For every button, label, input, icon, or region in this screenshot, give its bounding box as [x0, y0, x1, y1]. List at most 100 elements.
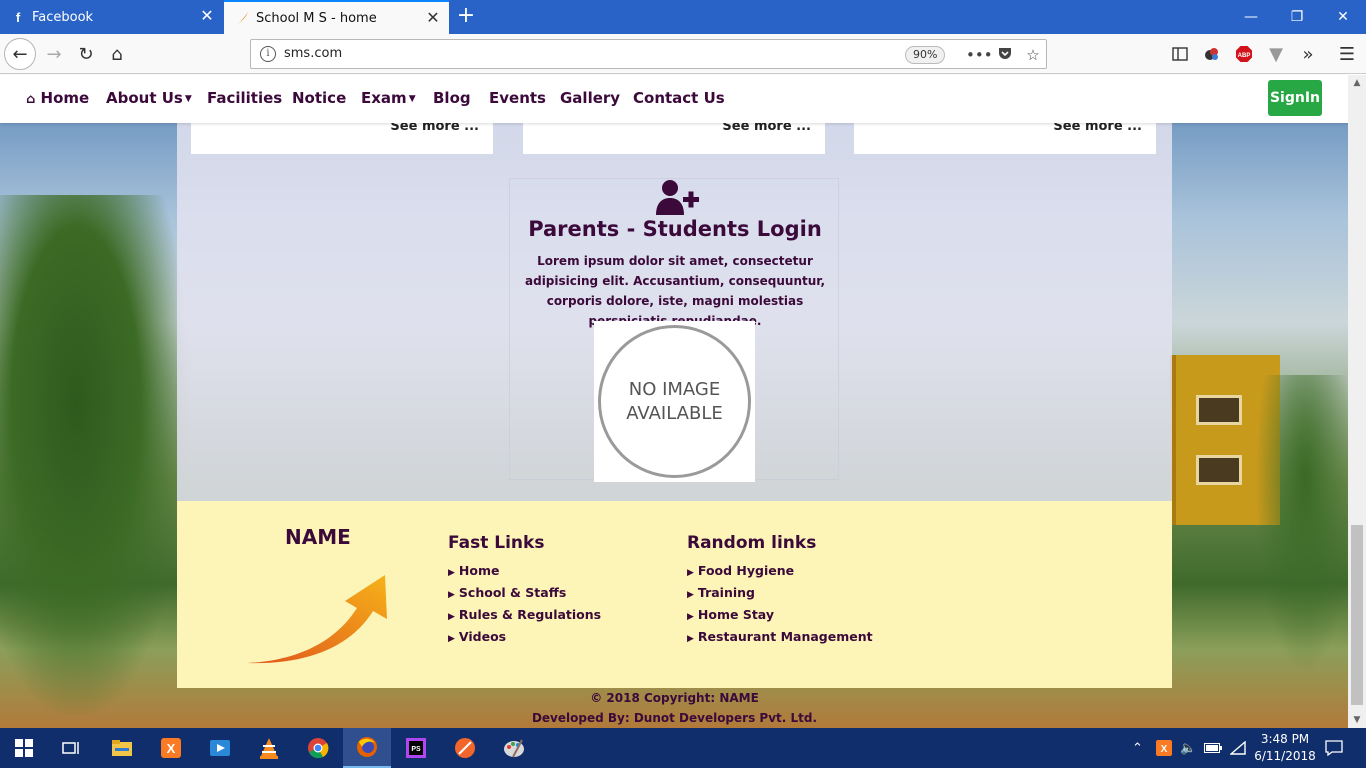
- task-view-icon[interactable]: [48, 728, 96, 768]
- phpstorm-icon[interactable]: PS: [392, 728, 440, 768]
- forward-button[interactable]: →: [38, 38, 70, 70]
- no-image-text: NO IMAGE: [628, 378, 721, 400]
- fast-links-column: Fast Links ▶ Home ▶ School & Staffs ▶ Rules…: [448, 533, 601, 649]
- notifications-icon[interactable]: [1325, 728, 1343, 768]
- file-explorer-icon[interactable]: [98, 728, 146, 768]
- pocket-icon[interactable]: [995, 45, 1015, 65]
- svg-text:X: X: [1161, 744, 1168, 755]
- footer: NAME Fast Links ▶ Home ▶ School & Staffs ▶…: [177, 501, 1172, 688]
- nav-gallery[interactable]: Gallery: [560, 89, 620, 107]
- nav-home[interactable]: ⌂ Home: [26, 89, 89, 107]
- nav-events[interactable]: Events: [489, 89, 546, 107]
- firefox-flame-icon: [234, 10, 250, 26]
- random-links-column: Random links ▶ Food Hygiene ▶ Training ▶ Ho…: [687, 533, 873, 649]
- sidebar-icon[interactable]: [1164, 38, 1196, 70]
- url-bar[interactable]: i sms.com 90% ••• ☆: [250, 39, 1047, 69]
- overflow-menu-icon[interactable]: »: [1292, 38, 1324, 70]
- caret-right-icon: ▶: [687, 634, 694, 644]
- hamburger-menu-icon[interactable]: ☰: [1331, 38, 1363, 70]
- windows-start-icon[interactable]: [0, 728, 48, 768]
- nav-about-us[interactable]: About Us ▼: [106, 89, 192, 107]
- scroll-thumb[interactable]: [1351, 525, 1363, 705]
- show-hidden-icons-icon[interactable]: ⌃: [1132, 728, 1143, 768]
- signin-button[interactable]: SignIn: [1268, 80, 1322, 116]
- chrome-icon[interactable]: [294, 728, 342, 768]
- copyright-text: © 2018 Copyright: NAME: [590, 691, 759, 705]
- wifi-icon[interactable]: [1230, 728, 1246, 768]
- nav-contact-us[interactable]: Contact Us: [633, 89, 725, 107]
- reload-button[interactable]: ↻: [70, 38, 102, 70]
- nav-blog[interactable]: Blog: [433, 89, 471, 107]
- caret-right-icon: ▶: [687, 568, 694, 578]
- footer-link[interactable]: ▶ School & Staffs: [448, 583, 601, 605]
- tab-school-home[interactable]: School M S - home ✕: [224, 0, 449, 34]
- minimize-button[interactable]: —: [1228, 0, 1274, 34]
- svg-text:ABP: ABP: [1238, 53, 1251, 59]
- random-links-title: Random links: [687, 533, 817, 553]
- caret-down-icon: ▼: [408, 93, 416, 104]
- footer-link[interactable]: ▶ Restaurant Management: [687, 627, 873, 649]
- zoom-indicator[interactable]: 90%: [905, 46, 946, 64]
- arrow-icon: [247, 575, 387, 664]
- filter-icon[interactable]: ▼: [1260, 38, 1292, 70]
- firefox-icon[interactable]: [343, 728, 391, 768]
- footer-brand-name: NAME: [285, 525, 351, 549]
- info-icon[interactable]: i: [260, 46, 276, 62]
- caret-right-icon: ▶: [448, 634, 455, 644]
- feather-app-icon[interactable]: [441, 728, 489, 768]
- clock-date: 6/11/2018: [1254, 749, 1316, 763]
- user-plus-icon: [656, 180, 699, 215]
- paint-icon[interactable]: [490, 728, 538, 768]
- xampp-tray-icon[interactable]: X: [1156, 728, 1172, 768]
- battery-icon[interactable]: [1204, 728, 1222, 768]
- close-tab-icon[interactable]: ✕: [199, 8, 215, 24]
- more-actions-icon[interactable]: •••: [966, 45, 993, 65]
- new-tab-button[interactable]: +: [455, 5, 477, 27]
- close-window-button[interactable]: ✕: [1320, 0, 1366, 34]
- page-scrollbar[interactable]: ▲ ▼: [1348, 75, 1366, 728]
- content-container: See more ... See more ... See more ... P…: [177, 75, 1172, 501]
- nav-notice[interactable]: Notice: [292, 89, 346, 107]
- svg-text:PS: PS: [411, 746, 421, 753]
- no-image-text: AVAILABLE: [626, 402, 723, 424]
- login-description: Lorem ipsum dolor sit amet, consectetur …: [525, 254, 825, 328]
- caret-down-icon: ▼: [184, 93, 192, 104]
- footer-link[interactable]: ▶ Training: [687, 583, 873, 605]
- tab-facebook[interactable]: f Facebook ✕: [0, 0, 223, 34]
- system-clock[interactable]: 3:48 PM 6/11/2018: [1250, 731, 1320, 765]
- vlc-icon[interactable]: [245, 728, 293, 768]
- close-tab-icon[interactable]: ✕: [425, 10, 441, 26]
- scroll-up-icon[interactable]: ▲: [1348, 75, 1366, 91]
- nav-facilities[interactable]: Facilities: [207, 89, 282, 107]
- volume-icon[interactable]: 🔈: [1180, 728, 1196, 768]
- video-player-icon[interactable]: [196, 728, 244, 768]
- url-text[interactable]: sms.com: [284, 46, 342, 61]
- clock-time: 3:48 PM: [1260, 732, 1310, 746]
- footer-link[interactable]: ▶ Videos: [448, 627, 601, 649]
- fast-links-title: Fast Links: [448, 533, 545, 553]
- tab-title: Facebook: [32, 9, 94, 25]
- caret-right-icon: ▶: [448, 568, 455, 578]
- caret-right-icon: ▶: [448, 612, 455, 622]
- background-trees: [1255, 375, 1348, 675]
- nav-exam[interactable]: Exam ▼: [361, 89, 416, 107]
- page-viewport: See more ... See more ... See more ... P…: [0, 75, 1348, 728]
- back-button[interactable]: ←: [4, 38, 36, 70]
- restore-button[interactable]: ❐: [1274, 0, 1320, 34]
- footer-link[interactable]: ▶ Home: [448, 561, 601, 583]
- svg-text:X: X: [167, 741, 176, 756]
- adblock-icon[interactable]: ABP: [1228, 38, 1260, 70]
- home-button[interactable]: ⌂: [101, 38, 133, 70]
- footer-link[interactable]: ▶ Home Stay: [687, 605, 873, 627]
- bookmark-star-icon[interactable]: ☆: [1023, 45, 1043, 65]
- no-image-placeholder: NO IMAGE AVAILABLE: [594, 321, 755, 482]
- developed-by-text: Developed By: Dunot Developers Pvt. Ltd.: [531, 711, 818, 725]
- site-navbar: ⌂ Home About Us ▼ Facilities Notice Exam ▼…: [0, 75, 1348, 123]
- footer-link[interactable]: ▶ Rules & Regulations: [448, 605, 601, 627]
- extension-icon[interactable]: [1196, 38, 1228, 70]
- facebook-icon: f: [15, 9, 21, 25]
- scroll-down-icon[interactable]: ▼: [1348, 712, 1366, 728]
- xampp-icon[interactable]: X: [147, 728, 195, 768]
- footer-link[interactable]: ▶ Food Hygiene: [687, 561, 873, 583]
- caret-right-icon: ▶: [687, 612, 694, 622]
